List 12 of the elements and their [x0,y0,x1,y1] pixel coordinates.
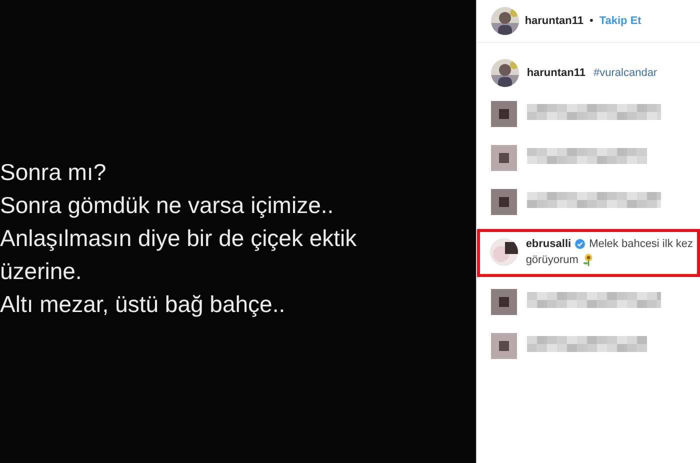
comment-text: Melek bahcesi ilk kez [589,238,693,250]
hashtag-link[interactable]: #vuralcandar [594,67,658,79]
comment-text: görüyorum [526,254,578,266]
username[interactable]: ebrusalli [526,238,572,250]
post-text-line: Anlaşılmasın diye bir de çiçek ektik [0,224,357,253]
post-text-line: Altı mezar, üstü bağ bahçe.. [0,290,286,319]
separator-dot: • [590,15,594,27]
username[interactable]: haruntan11 [524,15,584,27]
post-text-line: Sonra gömdük ne varsa içimize.. [0,191,335,220]
post-text-line: Sonra mı? [0,158,108,187]
post-text-line: üzerine. [0,257,83,286]
username[interactable]: haruntan11 [526,67,586,79]
